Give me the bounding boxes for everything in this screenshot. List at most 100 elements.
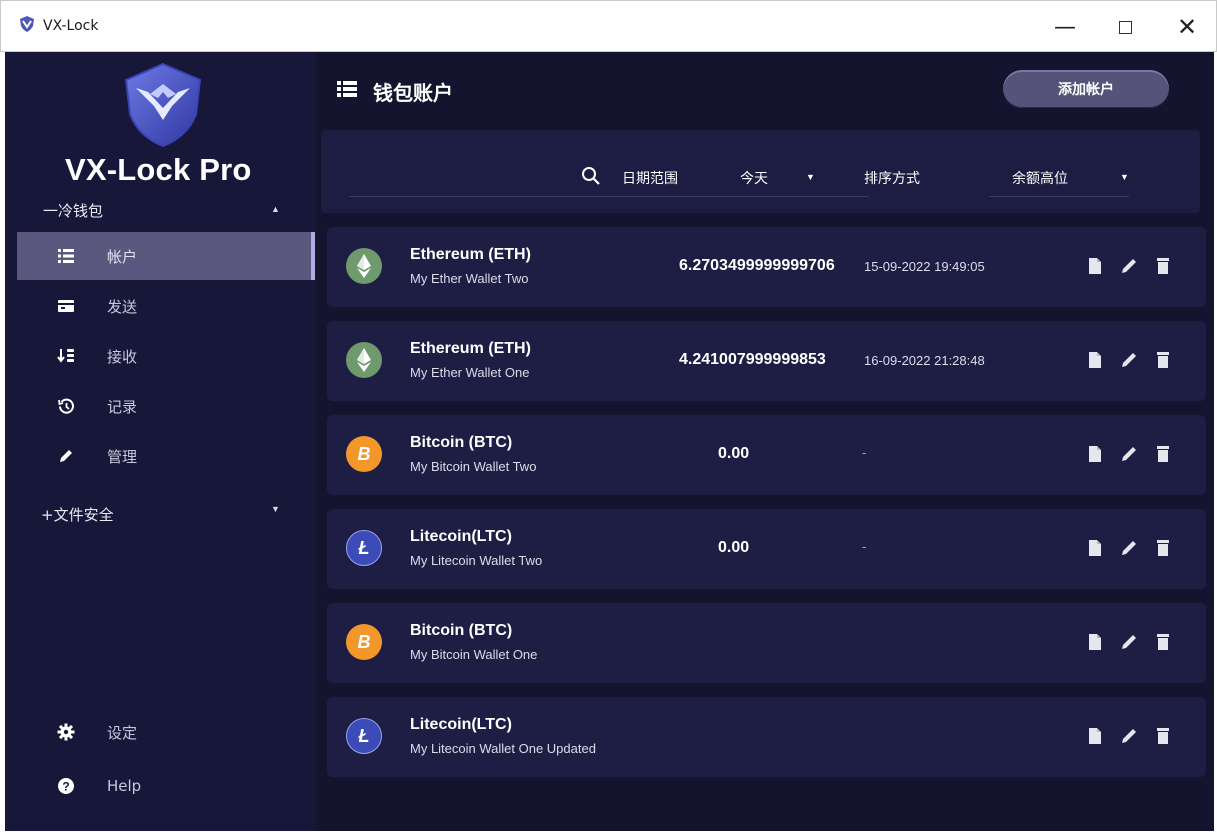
edit-icon[interactable]: [1119, 350, 1139, 370]
coin-name: Bitcoin (BTC): [410, 622, 513, 639]
minimize-icon: —: [1054, 14, 1076, 40]
sort-select-underline: [989, 196, 1129, 197]
section-cold-wallet-label: 一冷钱包: [43, 202, 104, 220]
maximize-icon: [1118, 20, 1132, 34]
settings-button[interactable]: 设定: [17, 712, 315, 752]
sidebar-item-history[interactable]: 记录: [17, 382, 315, 430]
chevron-down-icon[interactable]: ▼: [806, 172, 815, 182]
row-actions: [1085, 350, 1185, 372]
gear-icon: [57, 723, 75, 741]
window-title: VX-Lock: [43, 18, 99, 34]
ethereum-icon: [346, 248, 382, 284]
balance: 0.00: [718, 445, 750, 462]
account-card[interactable]: B Bitcoin (BTC) My Bitcoin Wallet Two 0.…: [327, 415, 1206, 495]
document-icon[interactable]: [1085, 632, 1105, 652]
row-actions: [1085, 538, 1185, 560]
section-file-security-label: +文件安全: [41, 506, 114, 524]
account-card[interactable]: Ethereum (ETH) My Ether Wallet Two 6.270…: [327, 227, 1206, 307]
litecoin-icon: Ł: [346, 718, 382, 754]
ethereum-icon: [346, 342, 382, 378]
edit-icon[interactable]: [1119, 444, 1139, 464]
settings-label: 设定: [107, 723, 138, 742]
minimize-button[interactable]: —: [1045, 11, 1085, 43]
trash-icon[interactable]: [1153, 350, 1173, 370]
date-select-underline: [706, 196, 814, 197]
account-card[interactable]: B Bitcoin (BTC) My Bitcoin Wallet One: [327, 603, 1206, 683]
section-cold-wallet[interactable]: 一冷钱包: [43, 200, 103, 221]
bitcoin-icon: B: [346, 624, 382, 660]
trash-icon[interactable]: [1153, 726, 1173, 746]
coin-name: Litecoin(LTC): [410, 716, 512, 733]
section-file-security[interactable]: +文件安全: [41, 504, 114, 525]
close-icon: ✕: [1176, 13, 1198, 41]
trash-icon[interactable]: [1153, 538, 1173, 558]
sidebar-item-label: 发送: [107, 297, 138, 316]
edit-icon[interactable]: [1119, 726, 1139, 746]
account-card[interactable]: Ł Litecoin(LTC) My Litecoin Wallet One U…: [327, 697, 1206, 777]
svg-text:B: B: [358, 444, 371, 464]
close-button[interactable]: ✕: [1167, 11, 1207, 43]
sidebar-item-accounts[interactable]: 帐户: [17, 232, 315, 280]
date-range-label: 日期范围: [622, 171, 678, 187]
row-actions: [1085, 444, 1185, 466]
list-icon: [337, 81, 357, 97]
sidebar-item-label: 记录: [107, 397, 138, 416]
row-actions: [1085, 726, 1185, 748]
bitcoin-icon: B: [346, 436, 382, 472]
wallet-name: My Bitcoin Wallet Two: [410, 459, 537, 474]
history-icon: [57, 397, 75, 415]
timestamp: -: [862, 539, 867, 554]
search-icon[interactable]: [580, 165, 602, 187]
document-icon[interactable]: [1085, 256, 1105, 276]
sidebar-item-manage[interactable]: 管理: [17, 432, 315, 480]
sidebar: VX-Lock Pro 一冷钱包 ▲ 帐户 发送 接收 记录 管理 +文件安全: [5, 52, 316, 831]
sidebar-item-receive[interactable]: 接收: [17, 332, 315, 380]
edit-icon[interactable]: [1119, 256, 1139, 276]
sidebar-item-label: 管理: [107, 447, 138, 466]
help-button[interactable]: ? Help: [17, 766, 315, 806]
timestamp: 16-09-2022 21:28:48: [864, 353, 985, 368]
wallet-name: My Litecoin Wallet One Updated: [410, 741, 596, 756]
sort-select[interactable]: 余额高位: [1012, 168, 1068, 188]
sidebar-item-label: 接收: [107, 347, 138, 366]
chevron-down-icon[interactable]: ▼: [1120, 172, 1129, 182]
maximize-button[interactable]: [1105, 11, 1145, 43]
coin-name: Bitcoin (BTC): [410, 434, 513, 451]
coin-name: Ethereum (ETH): [410, 246, 531, 263]
edit-icon[interactable]: [1119, 632, 1139, 652]
title-bar: VX-Lock — ✕: [0, 0, 1217, 52]
account-card[interactable]: Ethereum (ETH) My Ether Wallet One 4.241…: [327, 321, 1206, 401]
edit-icon: [57, 447, 75, 465]
document-icon[interactable]: [1085, 538, 1105, 558]
trash-icon[interactable]: [1153, 444, 1173, 464]
wallet-name: My Ether Wallet Two: [410, 271, 529, 286]
help-icon: ?: [57, 777, 75, 795]
sidebar-item-label: 帐户: [107, 247, 138, 266]
date-range-select[interactable]: 今天: [740, 168, 768, 188]
svg-text:B: B: [358, 632, 371, 652]
account-card[interactable]: Ł Litecoin(LTC) My Litecoin Wallet Two 0…: [327, 509, 1206, 589]
coin-name: Litecoin(LTC): [410, 528, 512, 545]
page-title: 钱包账户: [373, 81, 453, 105]
timestamp: -: [862, 445, 867, 460]
balance: 4.241007999999853: [679, 351, 826, 368]
list-icon: [57, 247, 75, 265]
trash-icon[interactable]: [1153, 256, 1173, 276]
edit-icon[interactable]: [1119, 538, 1139, 558]
document-icon[interactable]: [1085, 444, 1105, 464]
timestamp: 15-09-2022 19:49:05: [864, 259, 985, 274]
help-label: Help: [107, 777, 142, 795]
chevron-up-icon[interactable]: ▲: [271, 204, 280, 214]
svg-text:Ł: Ł: [358, 726, 370, 746]
add-account-button[interactable]: 添加帐户: [1003, 70, 1169, 108]
litecoin-icon: Ł: [346, 530, 382, 566]
balance: 0.00: [718, 539, 750, 556]
wallet-name: My Bitcoin Wallet One: [410, 647, 538, 662]
sidebar-item-send[interactable]: 发送: [17, 282, 315, 330]
chevron-down-icon[interactable]: ▼: [271, 504, 280, 514]
document-icon[interactable]: [1085, 726, 1105, 746]
svg-text:Ł: Ł: [358, 538, 370, 558]
trash-icon[interactable]: [1153, 632, 1173, 652]
wallet-name: My Litecoin Wallet Two: [410, 553, 543, 568]
document-icon[interactable]: [1085, 350, 1105, 370]
